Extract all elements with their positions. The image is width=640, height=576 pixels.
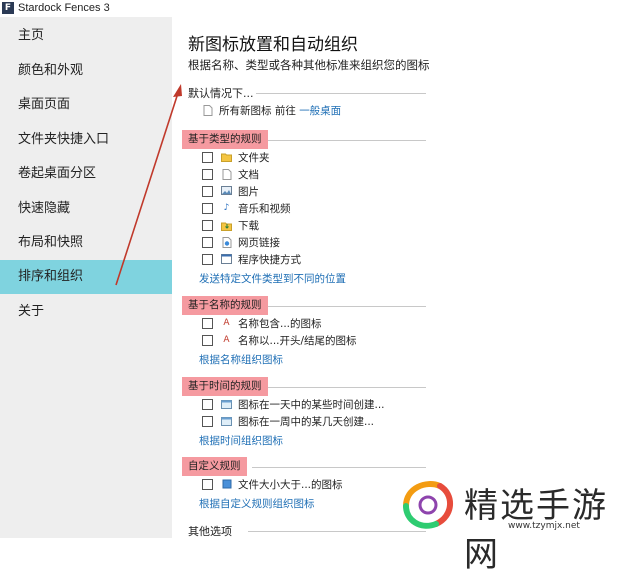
- watermark-logo: [403, 481, 453, 529]
- annotation-arrow: [115, 84, 182, 286]
- watermark-url: www.tzymjx.net: [508, 521, 580, 531]
